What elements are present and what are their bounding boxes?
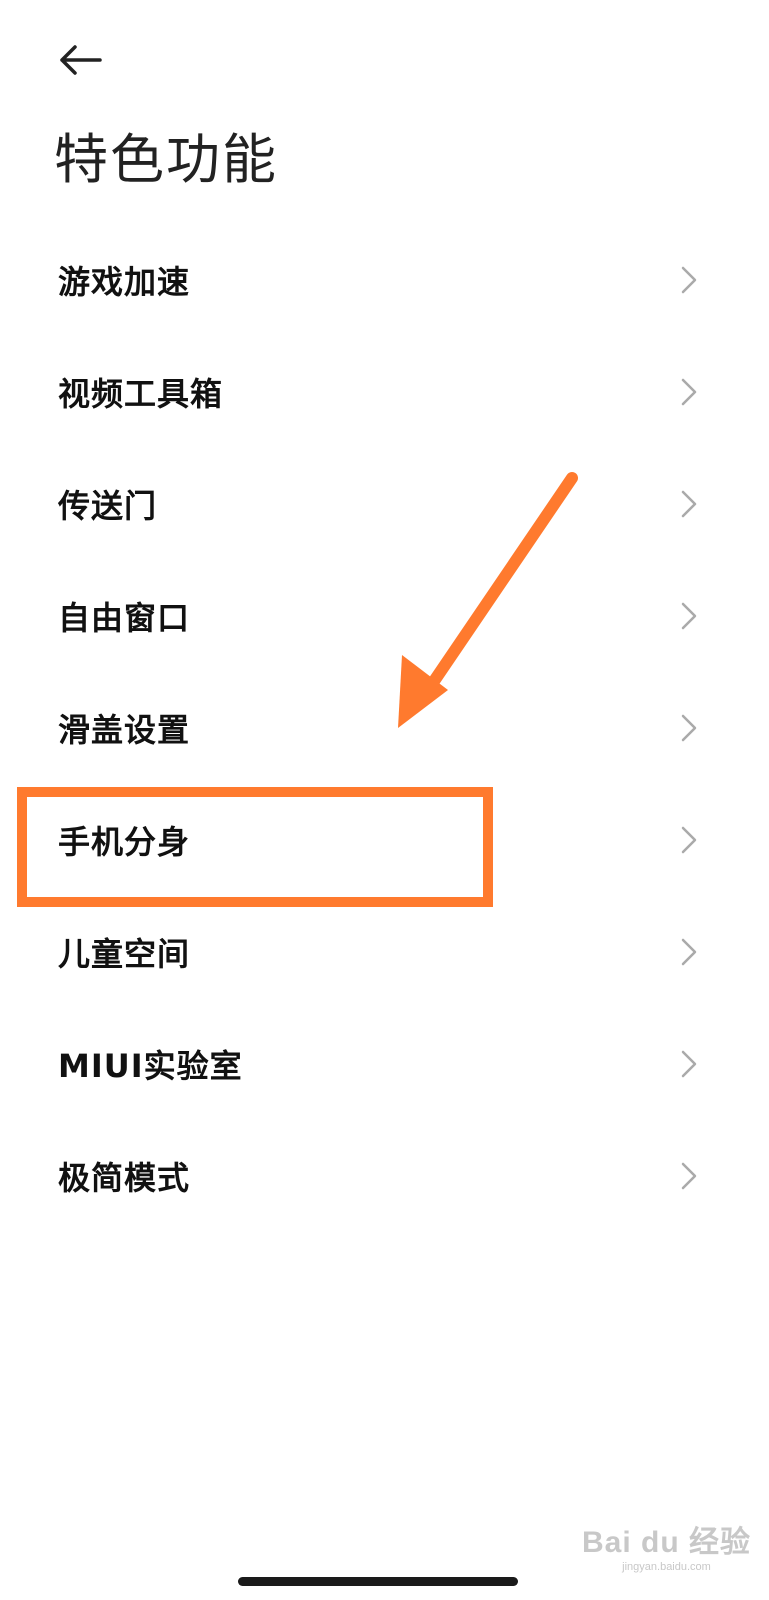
chevron-right-icon [679, 600, 699, 632]
menu-item-label: 极简模式 [58, 1159, 191, 1197]
feature-menu-list: 游戏加速 视频工具箱 传送门 自由窗口 滑盖设置 手机分身 儿童空间 MIUI实… [0, 224, 769, 1232]
chevron-right-icon [679, 712, 699, 744]
chevron-right-icon [679, 1048, 699, 1080]
menu-item-label: 手机分身 [58, 823, 191, 861]
chevron-right-icon [679, 824, 699, 856]
menu-item-label: 滑盖设置 [58, 711, 191, 749]
menu-item-label: 游戏加速 [58, 263, 191, 301]
menu-item-second-space[interactable]: 手机分身 [0, 784, 769, 896]
baidu-watermark: Bai du 经验 jingyan.baidu.com [582, 1526, 751, 1574]
chevron-right-icon [679, 264, 699, 296]
menu-item-label: 儿童空间 [58, 935, 191, 973]
chevron-right-icon [679, 1160, 699, 1192]
menu-item-label: 视频工具箱 [58, 375, 224, 413]
back-button[interactable] [48, 32, 112, 88]
menu-item-video-toolbox[interactable]: 视频工具箱 [0, 336, 769, 448]
menu-item-miui-lab[interactable]: MIUI实验室 [0, 1008, 769, 1120]
menu-item-portal[interactable]: 传送门 [0, 448, 769, 560]
menu-item-slider-settings[interactable]: 滑盖设置 [0, 672, 769, 784]
chevron-right-icon [679, 376, 699, 408]
menu-item-label: 自由窗口 [58, 599, 191, 637]
watermark-url: jingyan.baidu.com [622, 1561, 711, 1573]
home-indicator[interactable] [238, 1577, 518, 1586]
chevron-right-icon [679, 488, 699, 520]
menu-item-game-boost[interactable]: 游戏加速 [0, 224, 769, 336]
page-title: 特色功能 [54, 128, 278, 191]
menu-item-simple-mode[interactable]: 极简模式 [0, 1120, 769, 1232]
settings-screen: 特色功能 游戏加速 视频工具箱 传送门 自由窗口 滑盖设置 手机分身 儿童空间 … [0, 0, 769, 1600]
watermark-logo: Bai du 经验 [581, 1526, 751, 1559]
arrow-left-icon [60, 45, 102, 75]
menu-item-label: MIUI实验室 [58, 1047, 243, 1085]
menu-item-kids-space[interactable]: 儿童空间 [0, 896, 769, 1008]
menu-item-free-window[interactable]: 自由窗口 [0, 560, 769, 672]
menu-item-label: 传送门 [58, 487, 158, 525]
chevron-right-icon [679, 936, 699, 968]
